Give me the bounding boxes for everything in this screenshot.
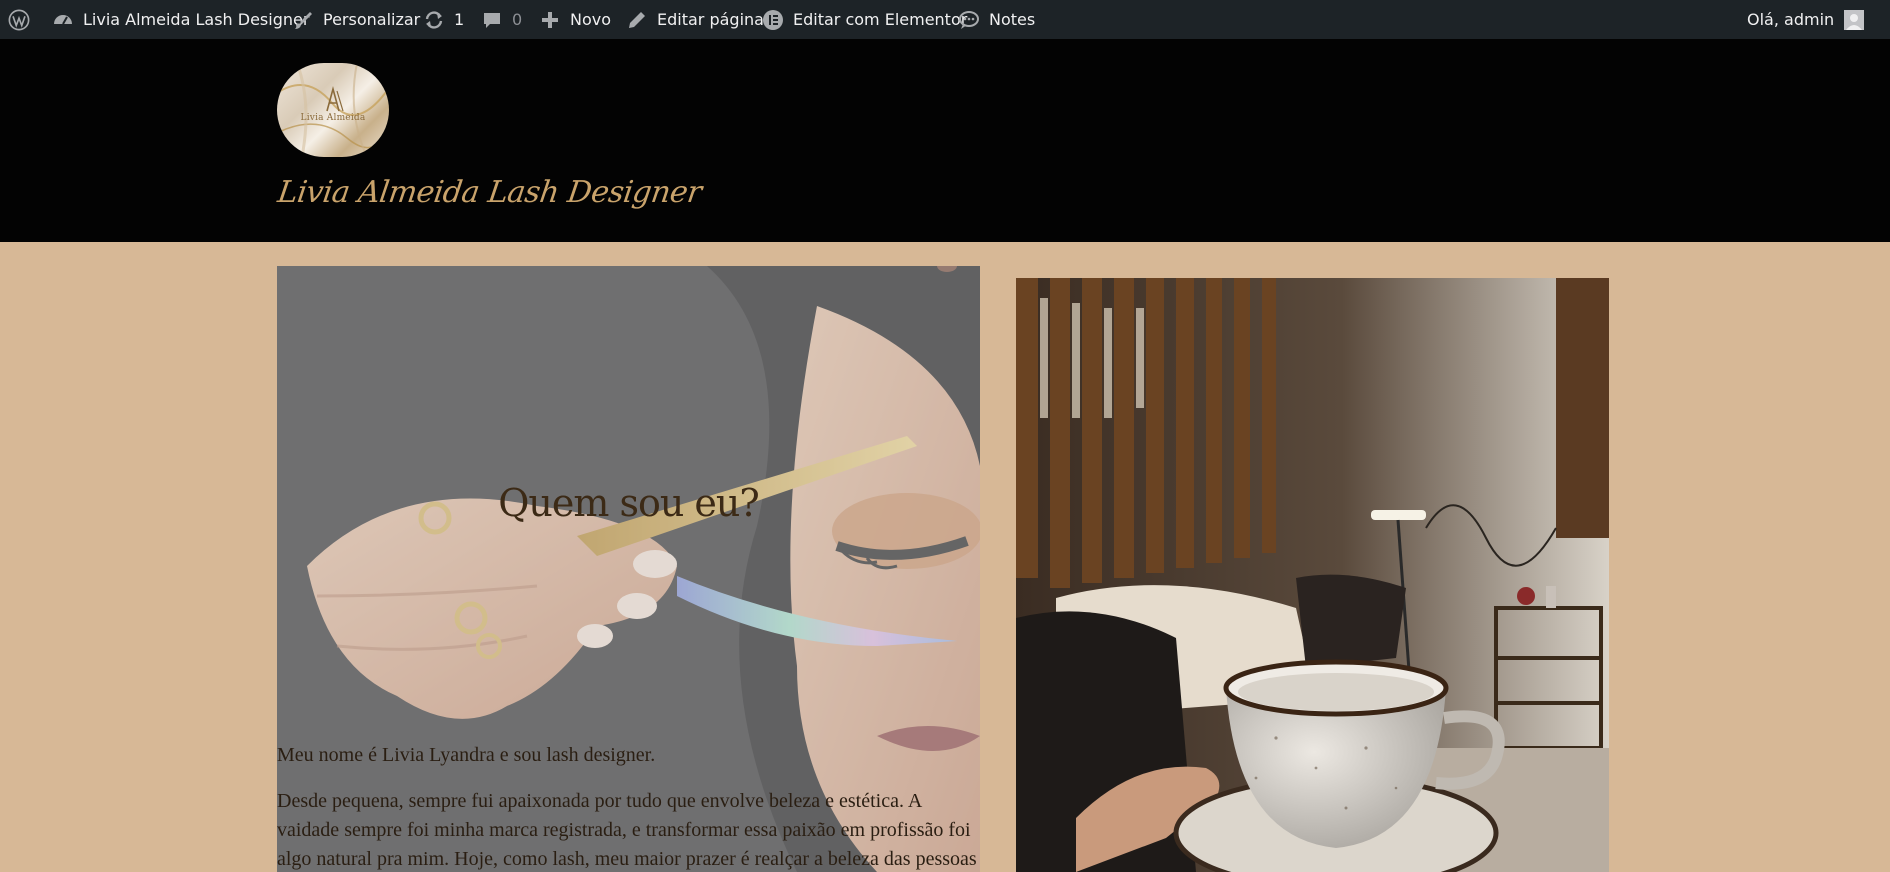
new-content-button[interactable]: Novo bbox=[539, 0, 611, 39]
plus-icon bbox=[539, 9, 561, 31]
edit-page-label: Editar página bbox=[657, 10, 764, 29]
new-label: Novo bbox=[570, 10, 612, 29]
updates-button[interactable]: 1 bbox=[423, 0, 464, 39]
edit-elementor-label: Editar com Elementor bbox=[793, 10, 968, 29]
notes-label: Notes bbox=[989, 10, 1036, 29]
site-name-label: Livia Almeida Lash Designer bbox=[83, 10, 310, 29]
site-logo[interactable]: Livia Almeida bbox=[277, 63, 389, 157]
about-paragraph: Meu nome é Livia Lyandra e sou lash desi… bbox=[277, 744, 656, 766]
dashboard-icon bbox=[52, 9, 74, 31]
about-section: Quem sou eu? Meu nome é Livia Lyandra e … bbox=[277, 266, 980, 872]
brush-icon bbox=[292, 9, 314, 31]
customize-button[interactable]: Personalizar bbox=[292, 0, 420, 39]
comments-button[interactable]: 0 bbox=[481, 0, 522, 39]
edit-page-button[interactable]: Editar página bbox=[626, 0, 764, 39]
avatar bbox=[1843, 9, 1865, 31]
site-name-menu[interactable]: Livia Almeida Lash Designer bbox=[52, 0, 309, 39]
edit-elementor-button[interactable]: Editar com Elementor bbox=[762, 0, 967, 39]
site-header: Livia Almeida Livia Almeida Lash Designe… bbox=[0, 39, 1890, 242]
account-menu[interactable]: Olá, admin bbox=[1747, 0, 1865, 39]
about-text: Meu nome é Livia Lyandra e sou lash desi… bbox=[277, 741, 977, 872]
notes-button[interactable]: Notes bbox=[958, 0, 1035, 39]
wordpress-icon bbox=[8, 9, 30, 31]
wordpress-menu[interactable] bbox=[8, 0, 30, 39]
admin-bar: Livia Almeida Lash Designer Personalizar… bbox=[0, 0, 1890, 39]
site-title[interactable]: Livia Almeida Lash Designer bbox=[276, 175, 704, 210]
updates-count: 1 bbox=[454, 10, 465, 29]
studio-coffee-photo bbox=[1016, 278, 1609, 872]
customize-label: Personalizar bbox=[323, 10, 421, 29]
comment-icon bbox=[481, 9, 503, 31]
about-heading: Quem sou eu? bbox=[498, 481, 760, 525]
notes-icon bbox=[958, 9, 980, 31]
greeting-label: Olá, admin bbox=[1747, 10, 1835, 29]
logo-text: Livia Almeida bbox=[300, 113, 366, 123]
elementor-icon bbox=[762, 9, 784, 31]
refresh-icon bbox=[423, 9, 445, 31]
pencil-icon bbox=[626, 9, 648, 31]
about-paragraph: Desde pequena, sempre fui apaixonada por… bbox=[277, 790, 977, 870]
comments-count: 0 bbox=[512, 10, 523, 29]
